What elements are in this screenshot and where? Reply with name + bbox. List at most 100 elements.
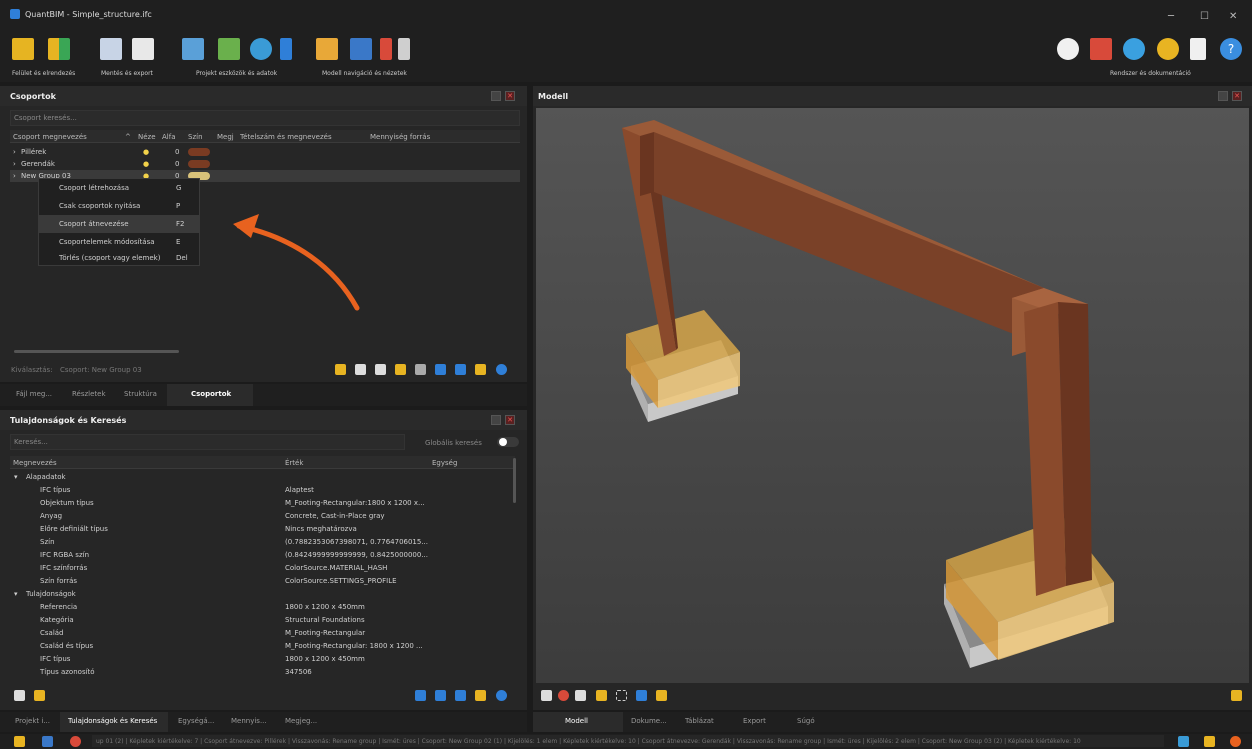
pencil-icon[interactable] (34, 690, 45, 701)
col-note[interactable]: Megj (217, 133, 234, 141)
pencil-icon[interactable] (395, 364, 406, 375)
group-search-input[interactable]: Csoport keresés... (10, 110, 520, 126)
table-row[interactable]: Anyag Concrete, Cast-in-Place gray (10, 509, 515, 522)
app-logo-icon[interactable] (1230, 736, 1241, 747)
table-row[interactable]: Objektum típus M_Footing-Rectangular:1800… (10, 496, 515, 509)
table-row[interactable]: Család M_Footing-Rectangular (10, 626, 515, 639)
minus-icon[interactable] (455, 364, 466, 375)
tab-export[interactable]: Export (743, 717, 766, 725)
export-icon[interactable] (132, 38, 154, 60)
menu-item-delete[interactable]: Törlés (csoport vagy elemek) Del (39, 249, 199, 267)
render-mode-icon[interactable] (558, 690, 569, 701)
help-icon[interactable] (496, 364, 507, 375)
global-search-toggle[interactable] (497, 437, 519, 447)
tab-groups[interactable]: Csoportok (167, 384, 253, 406)
document-icon[interactable] (1190, 38, 1206, 60)
list-icon[interactable] (398, 38, 410, 60)
col-quantity-source[interactable]: Mennyiség forrás (370, 133, 430, 141)
table-row[interactable]: IFC típus Alaptest (10, 483, 515, 496)
pointer-icon[interactable] (541, 690, 552, 701)
layout-icon[interactable] (48, 38, 70, 60)
collapse-arrow-icon[interactable]: ▾ (14, 590, 18, 598)
panel-close-icon[interactable]: ✕ (1232, 91, 1242, 101)
table-row[interactable]: Szín (0.7882353067398071, 0.7764706015... (10, 535, 515, 548)
tab-file-info[interactable]: Fájl meg... (16, 390, 52, 398)
menu-item-create-group[interactable]: Csoport létrehozása G (39, 179, 199, 197)
menu-item-open-groups[interactable]: Csak csoportok nyitása P (39, 197, 199, 215)
binoculars-icon[interactable] (636, 690, 647, 701)
panel-float-icon[interactable] (1218, 91, 1228, 101)
table-row[interactable]: › Pillérek ● 0 (10, 146, 520, 158)
col-value[interactable]: Érték (285, 459, 303, 467)
table-row[interactable]: IFC típus 1800 x 1200 x 450mm (10, 652, 515, 665)
horizontal-scrollbar[interactable] (14, 350, 179, 353)
panel-float-icon[interactable] (491, 91, 501, 101)
col-alpha[interactable]: Alfa (162, 133, 176, 141)
property-search-input[interactable]: Keresés... (10, 434, 405, 450)
table-row[interactable]: Referencia 1800 x 1200 x 450mm (10, 600, 515, 613)
new-document-icon[interactable] (14, 690, 25, 701)
color-swatch[interactable] (188, 160, 210, 168)
folder-icon[interactable] (12, 38, 34, 60)
tab-structure[interactable]: Struktúra (124, 390, 157, 398)
maximize-icon[interactable]: ☐ (1200, 11, 1209, 22)
panel-float-icon[interactable] (491, 415, 501, 425)
panel-close-icon[interactable]: ✕ (505, 91, 515, 101)
table-icon[interactable] (350, 38, 372, 60)
col-color[interactable]: Szín (188, 133, 203, 141)
bulb-icon[interactable]: ● (143, 148, 149, 156)
views-icon[interactable] (380, 38, 392, 60)
plus-icon[interactable] (435, 690, 446, 701)
tab-quantities[interactable]: Mennyis... (231, 717, 267, 725)
section-row[interactable]: ▾ Tulajdonságok (10, 587, 515, 600)
2d-view-icon[interactable] (575, 690, 586, 701)
tab-model[interactable]: Modell (533, 712, 623, 732)
settings-icon[interactable] (475, 690, 486, 701)
layout-icon[interactable] (14, 736, 25, 747)
ship-icon[interactable] (1090, 38, 1112, 60)
calculator-icon[interactable] (218, 38, 240, 60)
new-document-icon[interactable] (375, 364, 386, 375)
minus-icon[interactable] (455, 690, 466, 701)
tab-properties-search[interactable]: Tulajdonságok és Keresés (60, 712, 168, 732)
menu-item-rename-group[interactable]: Csoport átnevezése F2 (39, 215, 199, 233)
color-swatch[interactable] (188, 148, 210, 156)
col-unit[interactable]: Egység (432, 459, 457, 467)
table-row[interactable]: Szín forrás ColorSource.SETTINGS_PROFILE (10, 574, 515, 587)
settings-icon[interactable] (1231, 690, 1242, 701)
info-icon[interactable] (280, 38, 292, 60)
tab-notes[interactable]: Megjeg... (285, 717, 317, 725)
table-row[interactable]: Előre definiált típus Nincs meghatározva (10, 522, 515, 535)
3d-viewport[interactable] (536, 108, 1249, 683)
col-group-name[interactable]: Csoport megnevezés (13, 133, 87, 141)
table-row[interactable]: IFC színforrás ColorSource.MATERIAL_HASH (10, 561, 515, 574)
vertical-scrollbar[interactable] (513, 458, 516, 503)
section-row[interactable]: ▾ Alapadatok (10, 470, 515, 483)
section-box-icon[interactable] (616, 690, 627, 701)
table-row[interactable]: Család és típus M_Footing-Rectangular: 18… (10, 639, 515, 652)
grid-icon[interactable] (42, 736, 53, 747)
tab-details[interactable]: Részletek (72, 390, 106, 398)
col-view[interactable]: Néze (138, 133, 156, 141)
chat-icon[interactable] (1057, 38, 1079, 60)
tab-help[interactable]: Súgó (797, 717, 815, 725)
trash-icon[interactable] (415, 364, 426, 375)
panel-close-icon[interactable]: ✕ (505, 415, 515, 425)
col-item[interactable]: Tételszám és megnevezés (240, 133, 332, 141)
help-icon[interactable]: ? (1220, 38, 1242, 60)
tab-units[interactable]: Egységá... (178, 717, 214, 725)
save-icon[interactable] (100, 38, 122, 60)
settings-icon[interactable] (475, 364, 486, 375)
collapse-arrow-icon[interactable]: ▾ (14, 473, 18, 481)
expand-arrow-icon[interactable]: › (13, 148, 16, 156)
list-icon[interactable] (335, 364, 346, 375)
col-name[interactable]: Megnevezés (13, 459, 57, 467)
table-row[interactable]: Kategória Structural Foundations (10, 613, 515, 626)
binoculars-icon[interactable] (415, 690, 426, 701)
table-row[interactable]: Típus azonosító 347506 (10, 665, 515, 678)
magnifier-icon[interactable] (250, 38, 272, 60)
close-icon[interactable]: ✕ (1229, 11, 1237, 22)
tab-documents[interactable]: Dokume... (631, 717, 667, 725)
expand-arrow-icon[interactable]: › (13, 160, 16, 168)
expand-arrow-icon[interactable]: › (13, 172, 16, 180)
